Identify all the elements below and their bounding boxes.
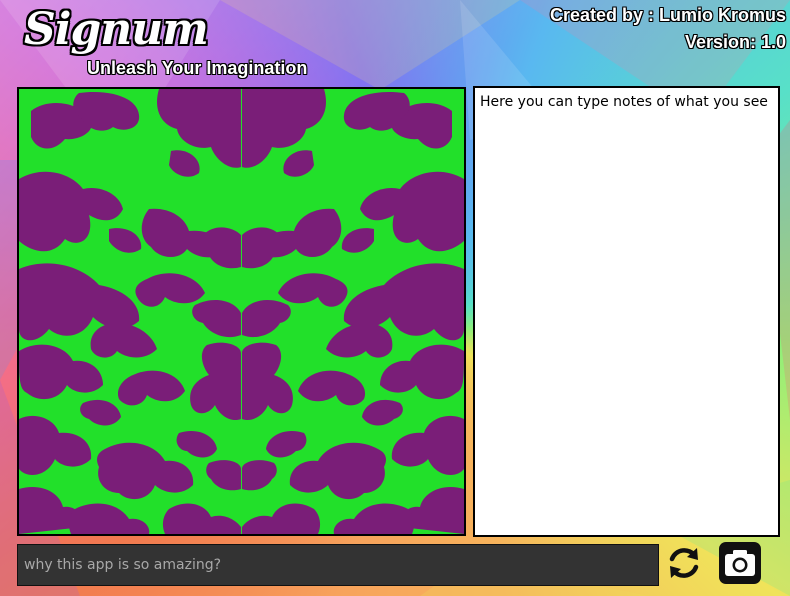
question-input[interactable] — [18, 545, 658, 585]
app-version: Version: 1.0 — [684, 32, 786, 52]
camera-icon — [718, 541, 762, 589]
credits-author: Created by : Lumio Kromus — [549, 5, 786, 25]
app-tagline: Unleash Your Imagination — [87, 58, 308, 78]
camera-button[interactable] — [718, 541, 762, 589]
notes-textarea[interactable] — [475, 88, 778, 535]
refresh-icon — [665, 544, 703, 586]
question-input-container — [17, 544, 659, 586]
inkblot-image — [17, 87, 466, 536]
credits: Created by : Lumio Kromus Version: 1.0 — [550, 2, 786, 56]
refresh-button[interactable] — [662, 543, 706, 587]
logo-text: Signum — [24, 4, 209, 55]
notes-panel — [473, 86, 780, 537]
